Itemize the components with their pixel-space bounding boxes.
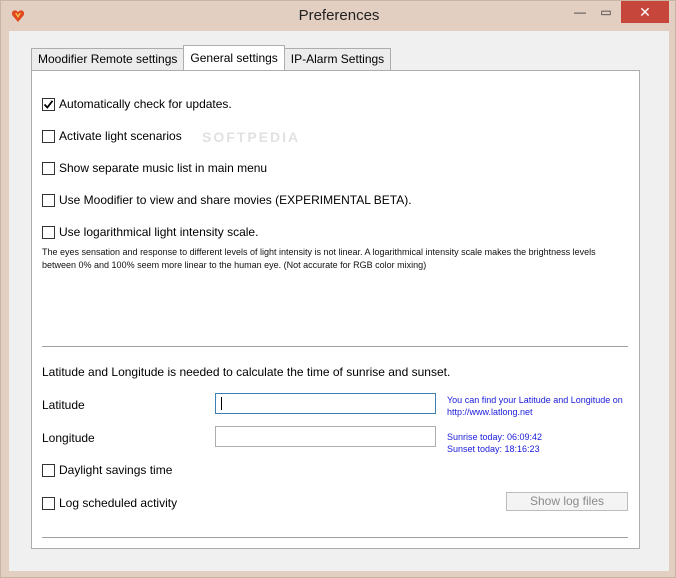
show-log-files-button[interactable]: Show log files xyxy=(506,492,628,511)
title-bar[interactable]: Preferences — ▭ ✕ xyxy=(1,1,676,31)
close-button[interactable]: ✕ xyxy=(621,1,669,23)
daylight-savings-label: Daylight savings time xyxy=(59,463,173,477)
log-scale-option[interactable]: Use logarithmical light intensity scale. xyxy=(42,225,258,239)
longitude-label: Longitude xyxy=(42,431,95,445)
client-area: Moodifier Remote settings General settin… xyxy=(9,31,669,571)
checkmark-icon xyxy=(43,99,54,109)
tab-general-settings[interactable]: General settings xyxy=(183,45,285,70)
tab-moodifier-remote-settings[interactable]: Moodifier Remote settings xyxy=(31,48,185,70)
longitude-input[interactable] xyxy=(215,426,436,447)
movies-checkbox[interactable] xyxy=(42,193,55,207)
general-settings-panel: SOFTPEDIA Automatically check for update… xyxy=(31,70,640,549)
sunrise-time: Sunrise today: 06:09:42 xyxy=(447,432,543,442)
movies-label: Use Moodifier to view and share movies (… xyxy=(59,193,412,207)
log-scale-checkbox[interactable] xyxy=(42,225,55,239)
sun-times: Sunrise today: 06:09:42 Sunset today: 18… xyxy=(447,431,542,455)
location-heading: Latitude and Longitude is needed to calc… xyxy=(42,365,451,379)
log-scale-description: The eyes sensation and response to diffe… xyxy=(42,247,596,270)
light-scenarios-option[interactable]: Activate light scenarios xyxy=(42,129,182,143)
text-caret xyxy=(221,397,222,410)
light-scenarios-checkbox[interactable] xyxy=(42,129,55,143)
auto-update-label: Automatically check for updates. xyxy=(59,97,232,111)
auto-update-checkbox[interactable] xyxy=(42,97,55,111)
preferences-window: Preferences — ▭ ✕ Moodifier Remote setti… xyxy=(0,0,676,578)
latlong-link[interactable]: http://www.latlong.net xyxy=(447,406,623,418)
section-divider xyxy=(42,346,628,347)
movies-option[interactable]: Use Moodifier to view and share movies (… xyxy=(42,193,412,207)
music-list-checkbox[interactable] xyxy=(42,161,55,175)
log-scale-label: Use logarithmical light intensity scale. xyxy=(59,225,259,239)
log-activity-label: Log scheduled activity xyxy=(59,496,178,510)
minimize-button[interactable]: — xyxy=(567,1,593,23)
latlong-hint: You can find your Latitude and Longitude… xyxy=(447,394,623,418)
maximize-button[interactable]: ▭ xyxy=(593,1,619,23)
daylight-savings-option[interactable]: Daylight savings time xyxy=(42,463,172,477)
latitude-label: Latitude xyxy=(42,398,85,412)
log-activity-checkbox[interactable] xyxy=(42,496,55,510)
music-list-option[interactable]: Show separate music list in main menu xyxy=(42,161,267,175)
softpedia-watermark: SOFTPEDIA xyxy=(202,129,301,145)
tab-ip-alarm-settings[interactable]: IP-Alarm Settings xyxy=(283,48,392,70)
tab-strip: Moodifier Remote settings General settin… xyxy=(31,45,392,71)
log-activity-option[interactable]: Log scheduled activity xyxy=(42,496,177,510)
latitude-input[interactable] xyxy=(215,393,436,414)
music-list-label: Show separate music list in main menu xyxy=(59,161,268,175)
auto-update-option[interactable]: Automatically check for updates. xyxy=(42,97,232,111)
sunset-time: Sunset today: 18:16:23 xyxy=(447,444,540,454)
bottom-divider xyxy=(42,537,628,538)
light-scenarios-label: Activate light scenarios xyxy=(59,129,182,143)
latlong-hint-text: You can find your Latitude and Longitude… xyxy=(447,395,623,405)
daylight-savings-checkbox[interactable] xyxy=(42,463,55,477)
